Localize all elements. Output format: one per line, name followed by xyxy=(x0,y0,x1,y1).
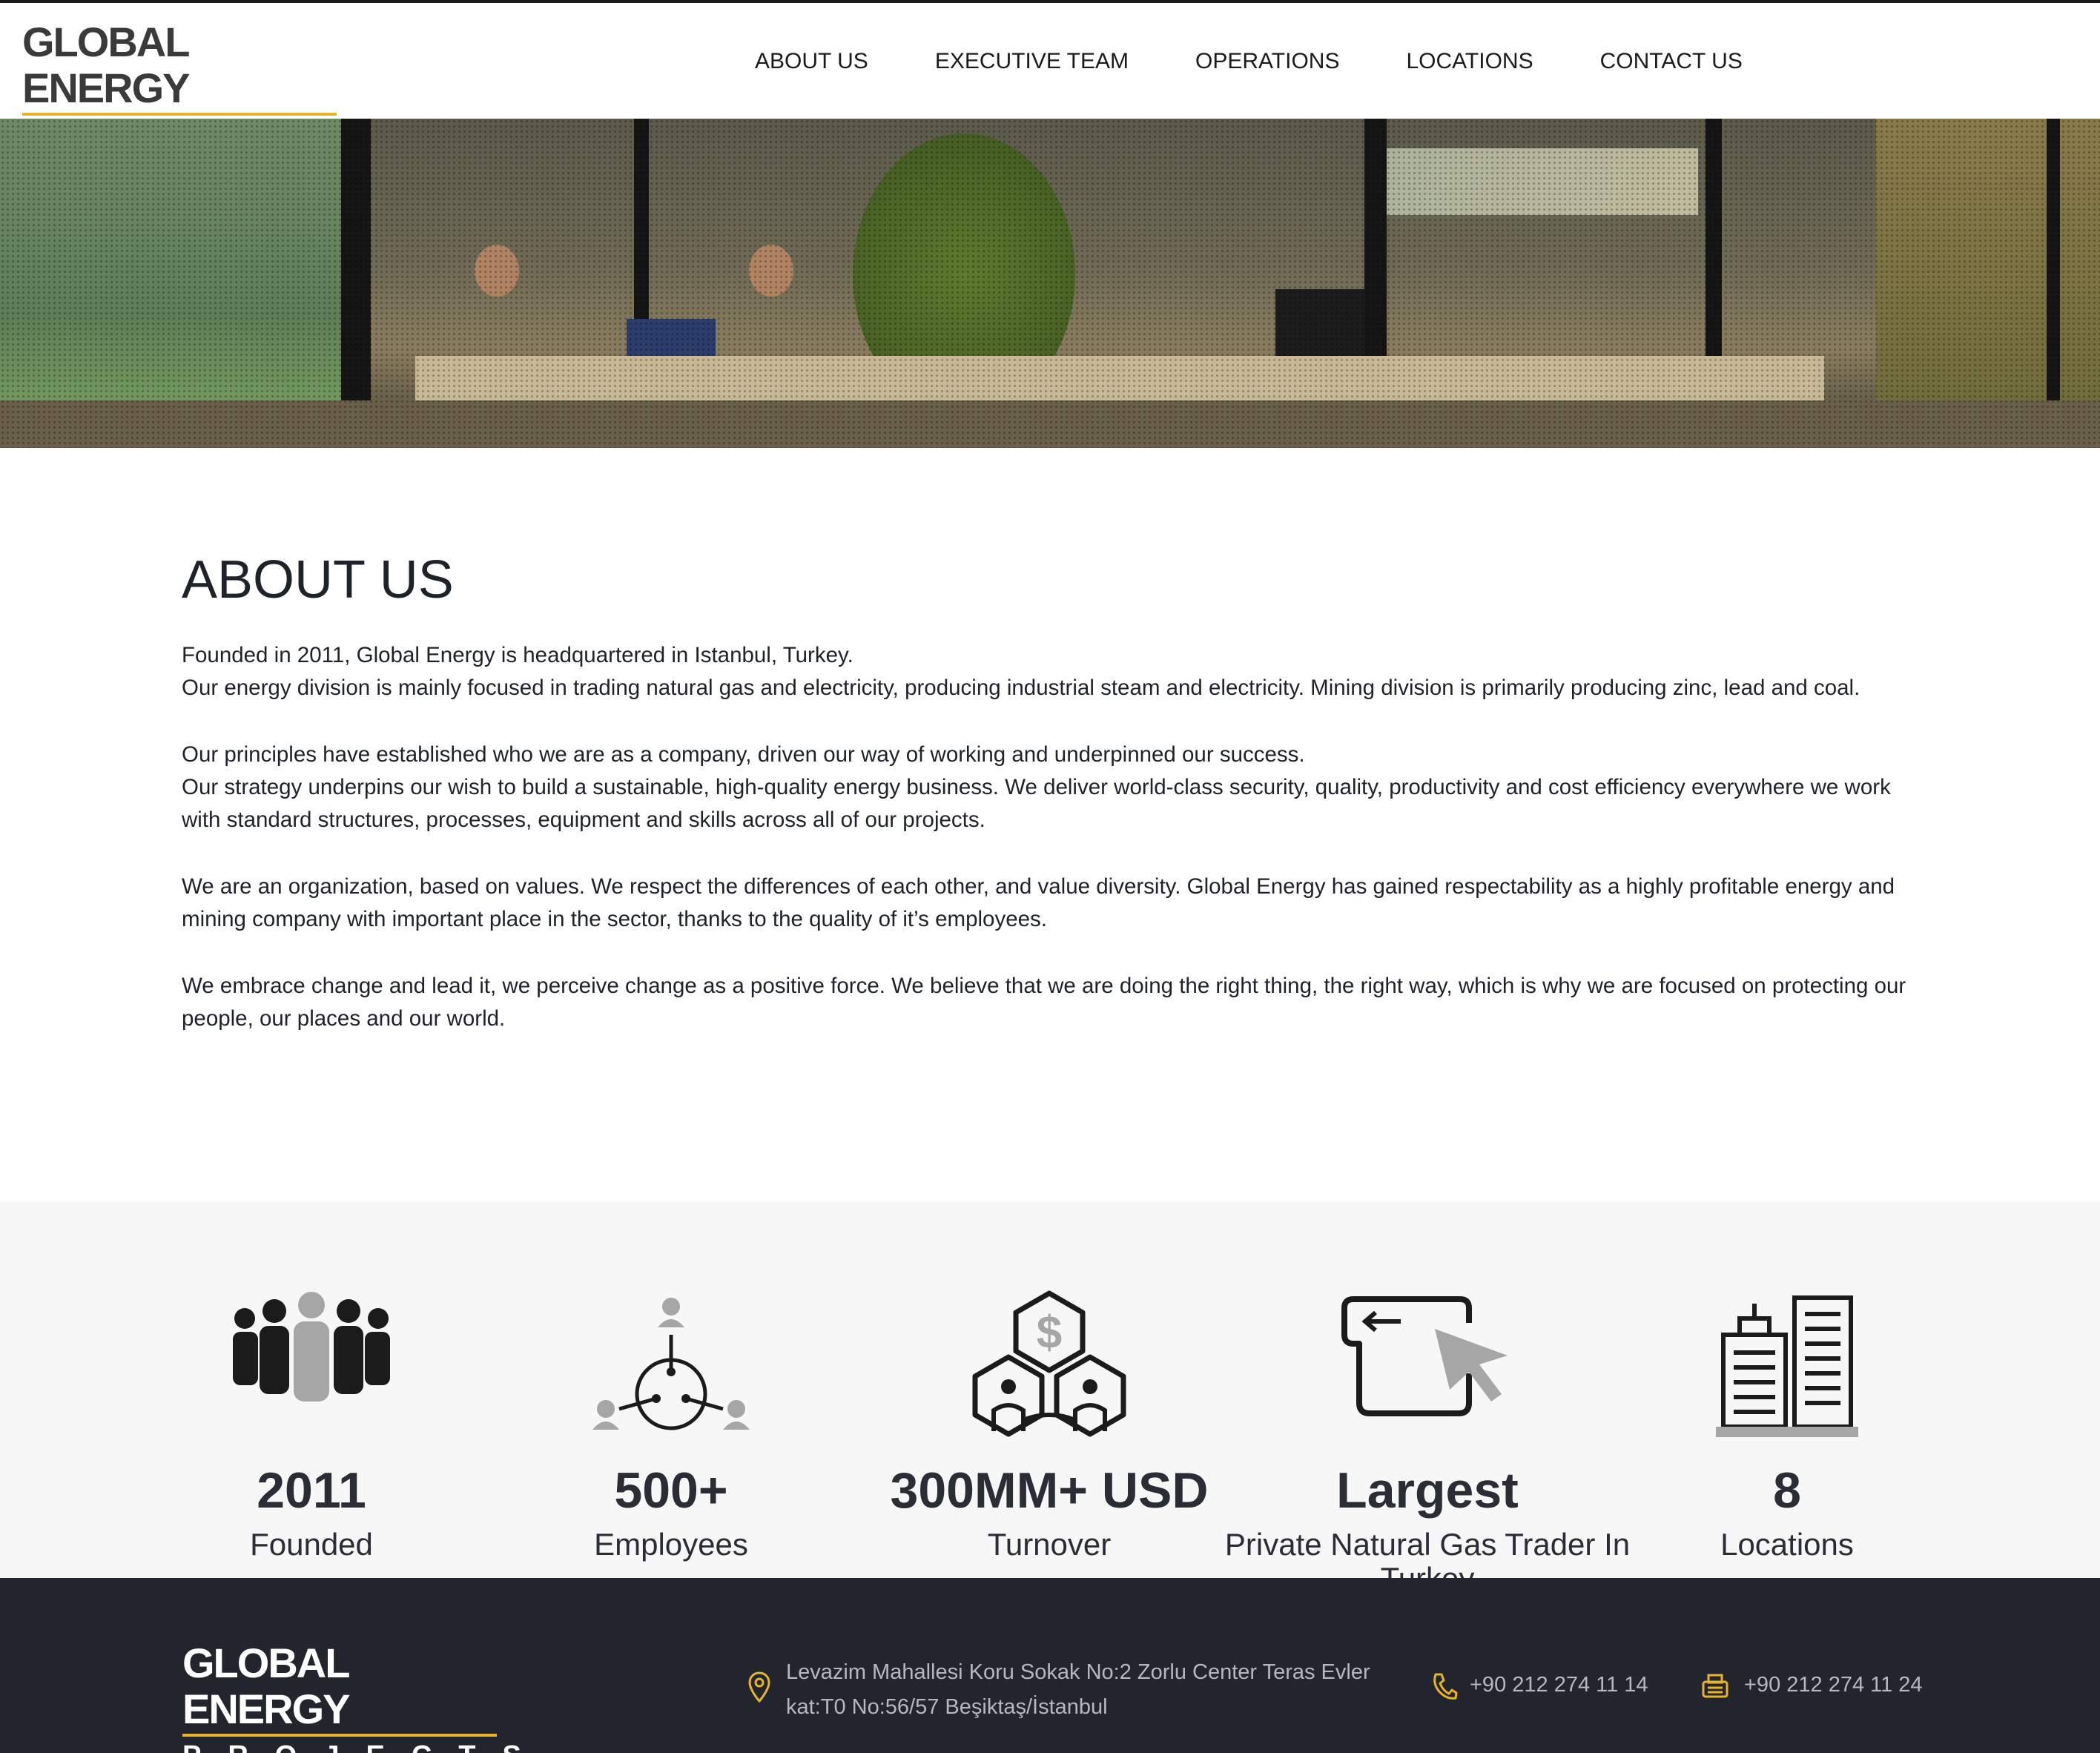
main-nav: ABOUT US EXECUTIVE TEAM OPERATIONS LOCAT… xyxy=(755,49,1809,74)
about-paragraph: Our energy division is mainly focused in… xyxy=(182,676,1860,700)
about-paragraph-block: Our principles have established who we a… xyxy=(182,739,1917,836)
page-title: ABOUT US xyxy=(182,550,454,610)
about-paragraph: Our strategy underpins our wish to build… xyxy=(182,775,1891,832)
location-pin-icon xyxy=(748,1671,770,1703)
stat-value: 8 xyxy=(1773,1462,1801,1519)
stat-label: Locations xyxy=(1720,1527,1854,1562)
site-footer: GLOBAL ENERGY PROJECTS Levazim Mahallesi… xyxy=(0,1578,2100,1753)
address-line: Levazim Mahallesi Koru Sokak No:2 Zorlu … xyxy=(786,1660,1370,1684)
about-paragraph-block: We embrace change and lead it, we percei… xyxy=(182,970,1917,1035)
about-section: ABOUT US Founded in 2011, Global Energy … xyxy=(182,547,1917,1035)
about-paragraph-block: Founded in 2011, Global Energy is headqu… xyxy=(182,639,1917,704)
footer-logo[interactable]: GLOBAL ENERGY PROJECTS xyxy=(182,1640,521,1753)
logo-underline xyxy=(182,1734,497,1737)
phone-icon xyxy=(1433,1673,1458,1700)
nav-item-locations[interactable]: LOCATIONS xyxy=(1406,49,1533,74)
group-icon xyxy=(156,1290,467,1439)
footer-address: Levazim Mahallesi Koru Sokak No:2 Zorlu … xyxy=(786,1655,1394,1725)
nav-item-executive-team[interactable]: EXECUTIVE TEAM xyxy=(935,49,1129,74)
network-people-icon xyxy=(515,1290,827,1439)
site-header: GLOBAL ENERGY PROJECTS ABOUT US EXECUTIV… xyxy=(0,3,2100,151)
logo-underline xyxy=(22,113,337,116)
nav-item-contact-us[interactable]: CONTACT US xyxy=(1600,49,1743,74)
fax-icon xyxy=(1702,1674,1728,1698)
tablet-cursor-icon xyxy=(1272,1290,1583,1439)
about-paragraph: Founded in 2011, Global Energy is headqu… xyxy=(182,643,853,667)
footer-fax[interactable]: +90 212 274 11 24 xyxy=(1744,1673,1923,1697)
about-paragraph: We are an organization, based on values.… xyxy=(182,874,1895,931)
logo-line2: PROJECTS xyxy=(182,1738,521,1753)
stats-section: 2011 Founded 500+ Employees $ 300MM+ USD… xyxy=(0,1201,2100,1578)
dollar-partnership-icon: $ xyxy=(894,1290,1205,1439)
about-paragraph: Our principles have established who we a… xyxy=(182,742,1305,767)
address-line: kat:T0 No:56/57 Beşiktaş/İstanbul xyxy=(786,1695,1108,1719)
svg-text:$: $ xyxy=(1037,1307,1062,1359)
nav-item-about-us[interactable]: ABOUT US xyxy=(755,49,868,74)
buildings-icon xyxy=(1631,1290,1943,1439)
about-paragraph-block: We are an organization, based on values.… xyxy=(182,871,1917,936)
logo-line1: GLOBAL ENERGY xyxy=(22,19,191,111)
footer-phone[interactable]: +90 212 274 11 14 xyxy=(1470,1673,1648,1697)
hero-dot-overlay xyxy=(0,119,2100,448)
about-paragraph: We embrace change and lead it, we percei… xyxy=(182,974,1906,1031)
logo-line1: GLOBAL ENERGY xyxy=(182,1640,351,1732)
nav-item-operations[interactable]: OPERATIONS xyxy=(1195,49,1339,74)
hero-office-image xyxy=(0,119,2100,448)
